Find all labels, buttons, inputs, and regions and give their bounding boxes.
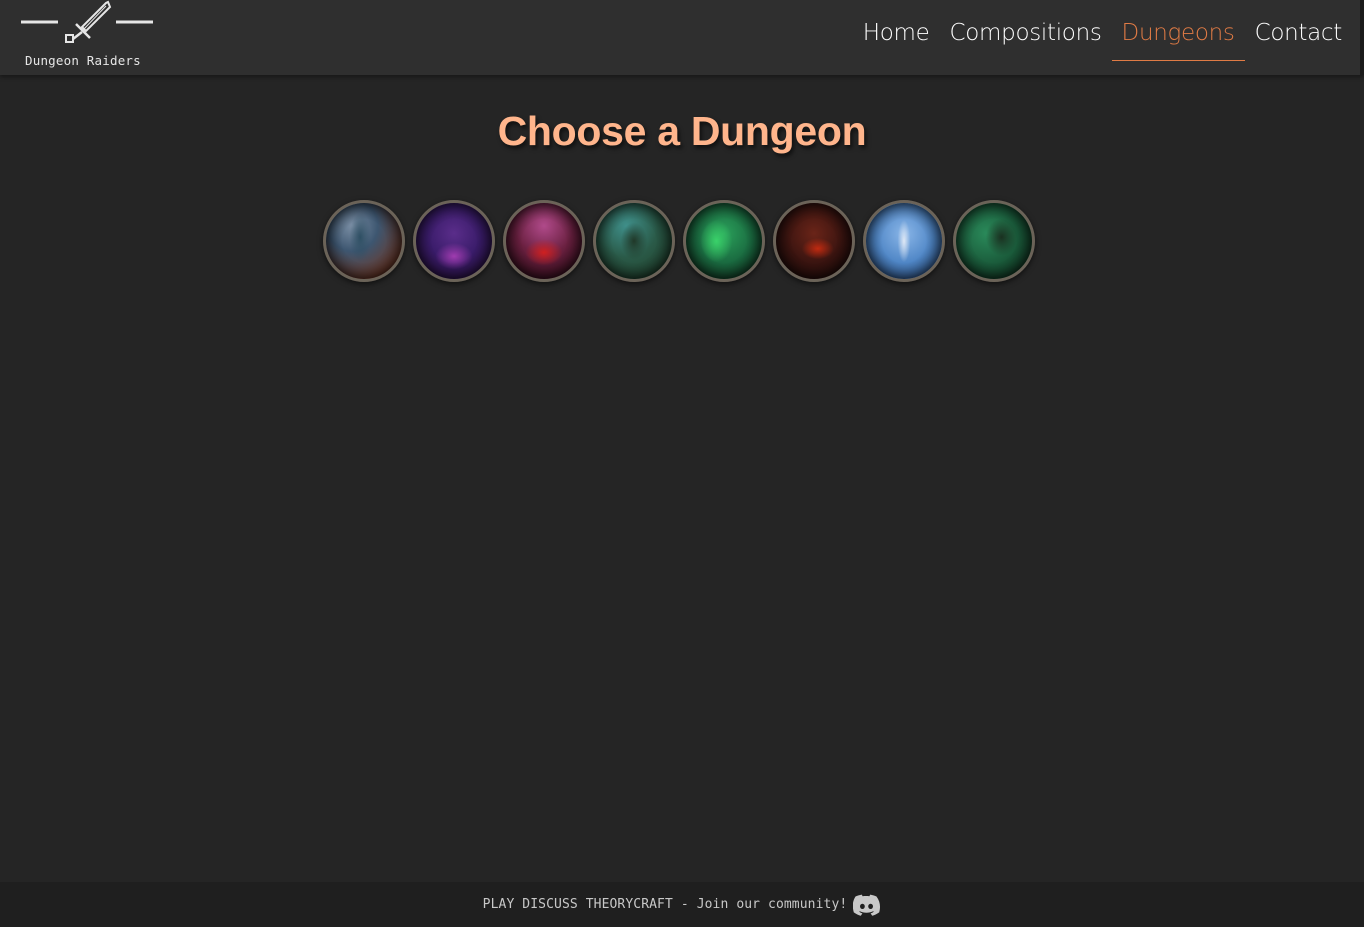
- main-nav: Home Compositions Dungeons Contact: [853, 18, 1352, 62]
- dungeon-5-image: [686, 203, 762, 279]
- dungeon-1-button[interactable]: [323, 200, 405, 282]
- discord-icon[interactable]: [853, 894, 881, 916]
- dungeon-4-button[interactable]: [593, 200, 675, 282]
- dungeon-7-image: [866, 203, 942, 279]
- nav-dungeons[interactable]: Dungeons: [1111, 18, 1245, 61]
- dungeon-8-button[interactable]: [953, 200, 1035, 282]
- brand-logo[interactable]: Dungeon Raiders: [18, 0, 158, 75]
- dungeon-3-button[interactable]: [503, 200, 585, 282]
- page-title: Choose a Dungeon: [497, 108, 867, 154]
- dungeon-2-button[interactable]: [413, 200, 495, 282]
- dungeon-8-image: [956, 203, 1032, 279]
- brand-name: Dungeon Raiders: [25, 53, 141, 68]
- dungeon-1-image: [326, 203, 402, 279]
- dungeon-2-image: [416, 203, 492, 279]
- nav-compositions[interactable]: Compositions: [940, 18, 1112, 61]
- scrollbar[interactable]: [1360, 0, 1364, 75]
- footer: PLAY DISCUSS THEORYCRAFT - Join our comm…: [0, 882, 1364, 927]
- dungeon-6-button[interactable]: [773, 200, 855, 282]
- dungeon-6-image: [776, 203, 852, 279]
- sword-icon: [21, 0, 153, 43]
- dungeon-7-button[interactable]: [863, 200, 945, 282]
- dungeon-list: [323, 200, 1035, 282]
- dungeon-5-button[interactable]: [683, 200, 765, 282]
- nav-home[interactable]: Home: [853, 18, 940, 61]
- dungeon-4-image: [596, 203, 672, 279]
- dungeon-3-image: [506, 203, 582, 279]
- footer-text: PLAY DISCUSS THEORYCRAFT - Join our comm…: [482, 897, 848, 912]
- navbar: Dungeon Raiders Home Compositions Dungeo…: [0, 0, 1364, 75]
- nav-contact[interactable]: Contact: [1245, 18, 1352, 61]
